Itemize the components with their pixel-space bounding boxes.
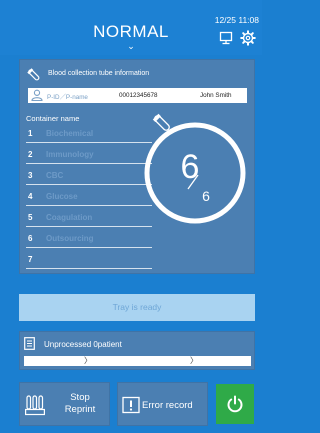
test-tube-icon (27, 68, 40, 81)
tube-count-dial: 6 6 (144, 113, 246, 224)
stop-reprint-button[interactable]: Stop Reprint (19, 382, 110, 426)
container-row: 2 Immunology (26, 145, 152, 164)
clock: 12/25 11:08 (214, 15, 259, 25)
progress-marker: 〉 (190, 356, 198, 365)
container-name: CBC (46, 171, 64, 180)
container-row: 1 Biochemical (26, 124, 152, 143)
progress-marker: 〉 (84, 356, 92, 365)
patient-info-field: P-ID／P-name 00012345678 John Smith (28, 88, 247, 103)
container-list-title: Container name (26, 114, 80, 123)
panel-title: Blood collection tube information (48, 70, 150, 77)
power-icon (227, 395, 243, 413)
container-number: 3 (28, 171, 33, 180)
unprocessed-count-label: Unprocessed 0patient (44, 340, 122, 349)
monitor-icon[interactable] (219, 31, 233, 45)
chevron-down-icon[interactable]: ⌄ (127, 41, 135, 52)
error-record-label: Error record (142, 400, 193, 411)
stop-label-line1: Stop (70, 392, 90, 403)
container-name: Immunology (46, 150, 94, 159)
dial-test-tube-icon (152, 113, 170, 131)
document-icon (24, 337, 35, 350)
container-name: Biochemical (46, 129, 94, 138)
tray-status-bar: Tray is ready (19, 294, 255, 321)
container-number: 7 (28, 255, 33, 264)
user-icon (31, 89, 43, 101)
unprocessed-progress-track: 〉 〉 (24, 356, 251, 366)
container-number: 5 (28, 213, 33, 222)
container-number: 2 (28, 150, 33, 159)
unprocessed-panel: Unprocessed 0patient 〉 〉 (19, 331, 255, 370)
top-bar: NORMAL ⌄ 12/25 11:08 (0, 0, 262, 55)
stop-label-line2: Reprint (64, 404, 96, 415)
patient-id-value: 00012345678 (119, 92, 158, 99)
patient-id-label: P-ID／P-name (47, 94, 88, 101)
patient-name-value: John Smith (200, 92, 232, 99)
error-record-button[interactable]: Error record (117, 382, 208, 426)
tube-rack-icon (25, 395, 45, 416)
error-icon (122, 396, 140, 414)
container-row: 5 Coagulation (26, 208, 152, 227)
container-row: 3 CBC (26, 166, 152, 185)
panel-header: Blood collection tube information (27, 68, 247, 82)
container-row: 4 Glucose (26, 187, 152, 206)
gear-icon[interactable] (240, 30, 256, 46)
container-row: 6 Outsourcing (26, 229, 152, 248)
container-name: Outsourcing (46, 234, 94, 243)
tray-status-text: Tray is ready (112, 302, 162, 312)
container-row: 7 (26, 250, 152, 269)
container-name: Coagulation (46, 213, 93, 222)
tube-info-panel: Blood collection tube information P-ID／P… (19, 59, 255, 274)
power-button[interactable] (216, 384, 254, 424)
container-name: Glucose (46, 192, 78, 201)
dial-total-count: 6 (202, 188, 210, 204)
stop-reprint-label: Stop Reprint (53, 392, 107, 416)
container-number: 6 (28, 234, 33, 243)
container-number: 4 (28, 192, 33, 201)
container-number: 1 (28, 129, 33, 138)
dial-current-count: 6 (181, 148, 200, 186)
